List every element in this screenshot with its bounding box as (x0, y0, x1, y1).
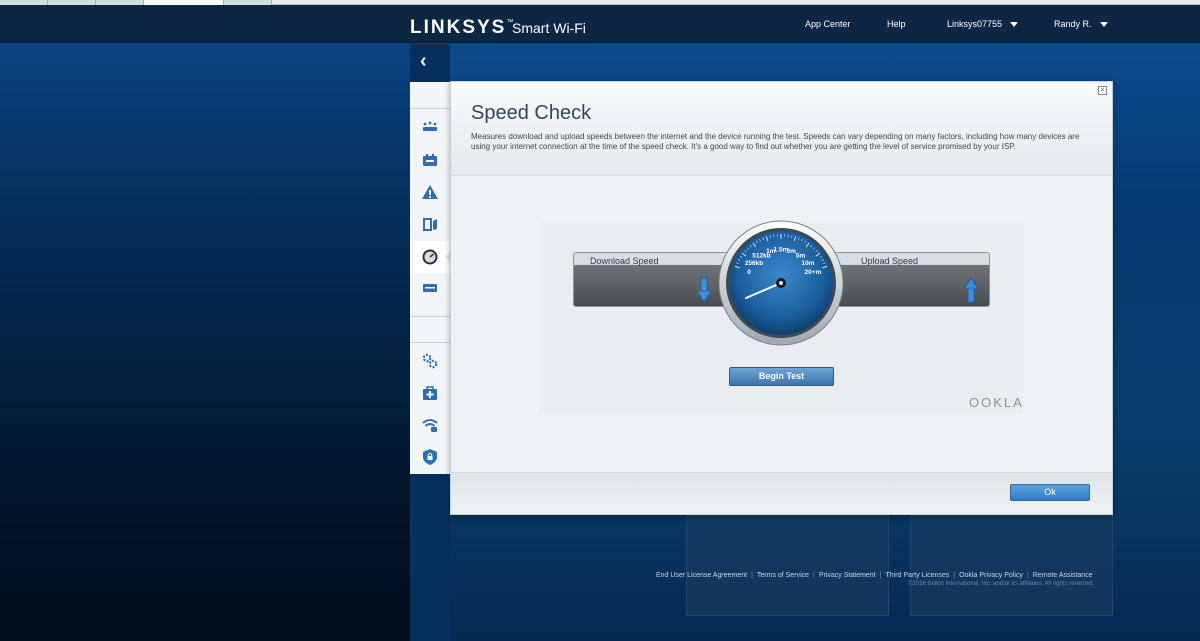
upload-arrow-icon (963, 277, 979, 303)
ok-button[interactable]: Ok (1010, 484, 1090, 501)
modal-header: Speed Check Measures download and upload… (451, 82, 1112, 176)
ookla-logo: OOKLA (969, 395, 1024, 410)
background-widget (686, 515, 889, 616)
footer-link-terms[interactable]: Terms of Service (757, 572, 809, 579)
modal-title: Speed Check (471, 102, 592, 124)
app-center-link[interactable]: App Center (805, 19, 851, 29)
footer-links: End User License Agreement | Terms of Serv… (656, 572, 1093, 579)
router-name: Linksys07755 (947, 19, 1003, 29)
download-arrow-icon (696, 277, 712, 303)
router-menu[interactable]: Linksys07755 (947, 19, 1019, 29)
background-widget (910, 515, 1113, 616)
help-link[interactable]: Help (887, 19, 906, 29)
brand-text: LINKSYS (410, 17, 507, 38)
back-chevron-icon[interactable]: ‹ (420, 50, 427, 73)
gauge-label: 20+m (805, 269, 822, 276)
speed-check-modal: Speed Check Measures download and upload… (450, 81, 1113, 515)
gauge-label: 5m (796, 253, 806, 260)
media-prioritization-icon[interactable] (418, 276, 442, 300)
gauge-label: 10m (801, 260, 814, 267)
gauge-hub-center (779, 281, 783, 285)
security-icon[interactable] (418, 445, 442, 469)
troubleshooting-kit-icon[interactable] (418, 381, 442, 405)
router-settings-icon[interactable] (418, 148, 442, 172)
divider (410, 342, 450, 343)
top-header: LINKSYS™ Smart Wi-Fi App Center Help Lin… (0, 5, 1200, 43)
begin-test-button[interactable]: Begin Test (729, 367, 834, 386)
modal-description: Measures download and upload speeds betw… (471, 132, 1080, 151)
footer-link-privacy[interactable]: Privacy Statement (819, 572, 876, 579)
divider (410, 316, 450, 317)
user-name: Randy R. (1054, 19, 1092, 29)
sidebar (410, 82, 450, 474)
footer-link-ookla-privacy[interactable]: Ookla Privacy Policy (959, 572, 1023, 579)
close-icon[interactable]: × (1098, 86, 1107, 95)
footer-link-remote-assistance[interactable]: Remote Assistance (1033, 572, 1093, 579)
linksys-logo[interactable]: LINKSYS™ (410, 17, 513, 39)
footer-link-eula[interactable]: End User License Agreement (656, 572, 747, 579)
divider (410, 108, 450, 109)
gauge-label: 256kb (745, 260, 763, 267)
chevron-down-icon (1099, 22, 1108, 27)
download-speed-label: Download Speed (590, 256, 659, 266)
gauge-label: 0 (747, 269, 751, 276)
speed-gauge: 0256kb512kb1m1.5m3m5m10m20+m (718, 220, 844, 346)
user-menu[interactable]: Randy R. (1054, 19, 1108, 29)
product-name: Smart Wi-Fi (512, 20, 586, 36)
speed-check-icon (418, 245, 442, 269)
footer-copyright: ©2016 Belkin International, Inc. and/or … (908, 581, 1095, 587)
external-storage-icon[interactable] (418, 212, 442, 236)
wireless-icon[interactable] (418, 413, 442, 437)
connectivity-icon[interactable] (418, 349, 442, 373)
gauge-label: 3m (787, 248, 797, 255)
troubleshooting-icon[interactable] (418, 180, 442, 204)
chevron-down-icon (1010, 22, 1019, 27)
footer-link-third-party[interactable]: Third Party Licenses (885, 572, 949, 579)
network-map-icon[interactable] (418, 116, 442, 140)
upload-speed-label: Upload Speed (861, 256, 919, 266)
